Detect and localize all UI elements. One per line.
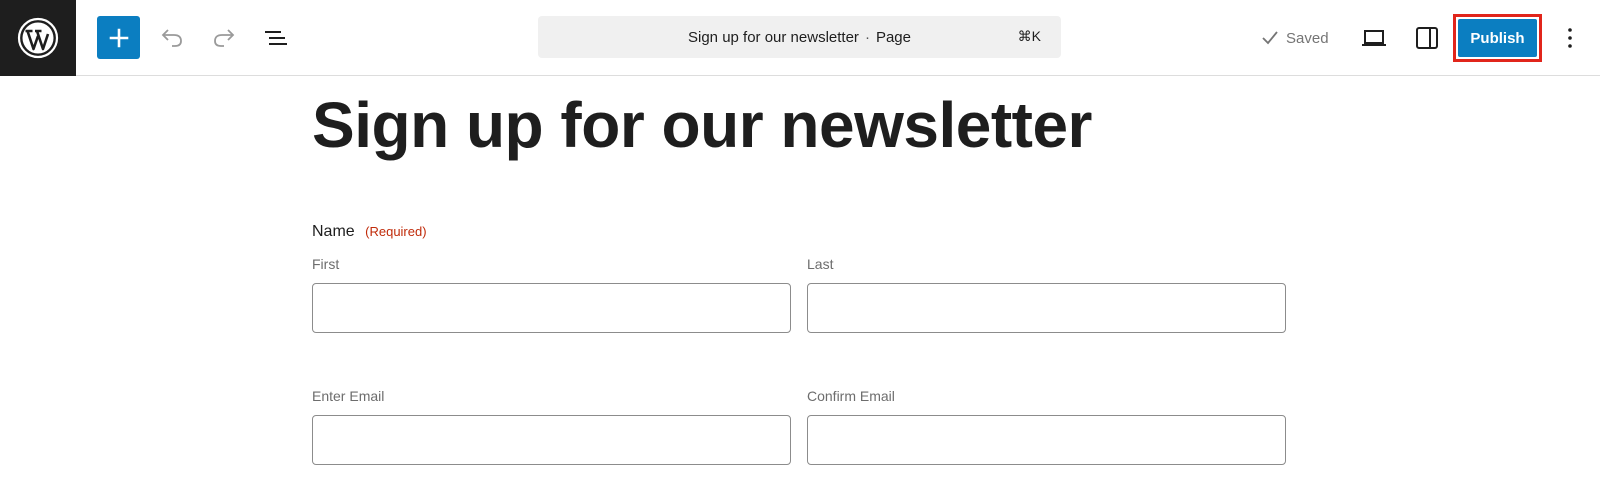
name-field-label: Name (Required) (312, 223, 427, 241)
undo-button[interactable] (156, 22, 188, 54)
command-bar-type: Page (875, 28, 911, 46)
publish-highlight: Publish (1453, 14, 1542, 62)
editor-toolbar: Sign up for our newsletter · Page ⌘K Sav… (0, 0, 1600, 76)
last-name-input[interactable] (807, 283, 1286, 333)
laptop-icon (1362, 30, 1386, 46)
preview-button[interactable] (1358, 22, 1390, 54)
more-vertical-icon (1568, 28, 1572, 48)
saved-status: Saved (1260, 26, 1329, 50)
wordpress-logo-icon[interactable] (0, 0, 76, 76)
command-bar-separator: · (864, 28, 870, 46)
required-indicator: (Required) (365, 224, 427, 239)
enter-email-input[interactable] (312, 415, 791, 465)
redo-icon (214, 29, 235, 47)
page-title[interactable]: Sign up for our newsletter (312, 88, 1092, 162)
plus-icon (109, 28, 128, 47)
list-view-icon (265, 31, 287, 45)
confirm-email-input[interactable] (807, 415, 1286, 465)
first-name-label: First (312, 256, 340, 272)
last-name-label: Last (807, 256, 834, 272)
saved-label: Saved (1286, 29, 1329, 47)
redo-button[interactable] (208, 22, 240, 54)
list-view-button[interactable] (260, 22, 292, 54)
publish-button[interactable]: Publish (1458, 19, 1537, 57)
undo-icon (161, 29, 182, 47)
settings-sidebar-button[interactable] (1411, 22, 1443, 54)
document-command-bar[interactable]: Sign up for our newsletter · Page ⌘K (538, 16, 1061, 58)
first-name-input[interactable] (312, 283, 791, 333)
command-bar-title: Sign up for our newsletter (688, 28, 859, 46)
enter-email-label: Enter Email (312, 388, 385, 404)
check-icon (1262, 31, 1278, 45)
sidebar-icon (1416, 27, 1438, 49)
confirm-email-label: Confirm Email (807, 388, 895, 404)
add-block-button[interactable] (97, 16, 140, 59)
command-shortcut: ⌘K (1017, 28, 1041, 44)
name-label-text: Name (312, 223, 355, 240)
options-button[interactable] (1554, 22, 1586, 54)
